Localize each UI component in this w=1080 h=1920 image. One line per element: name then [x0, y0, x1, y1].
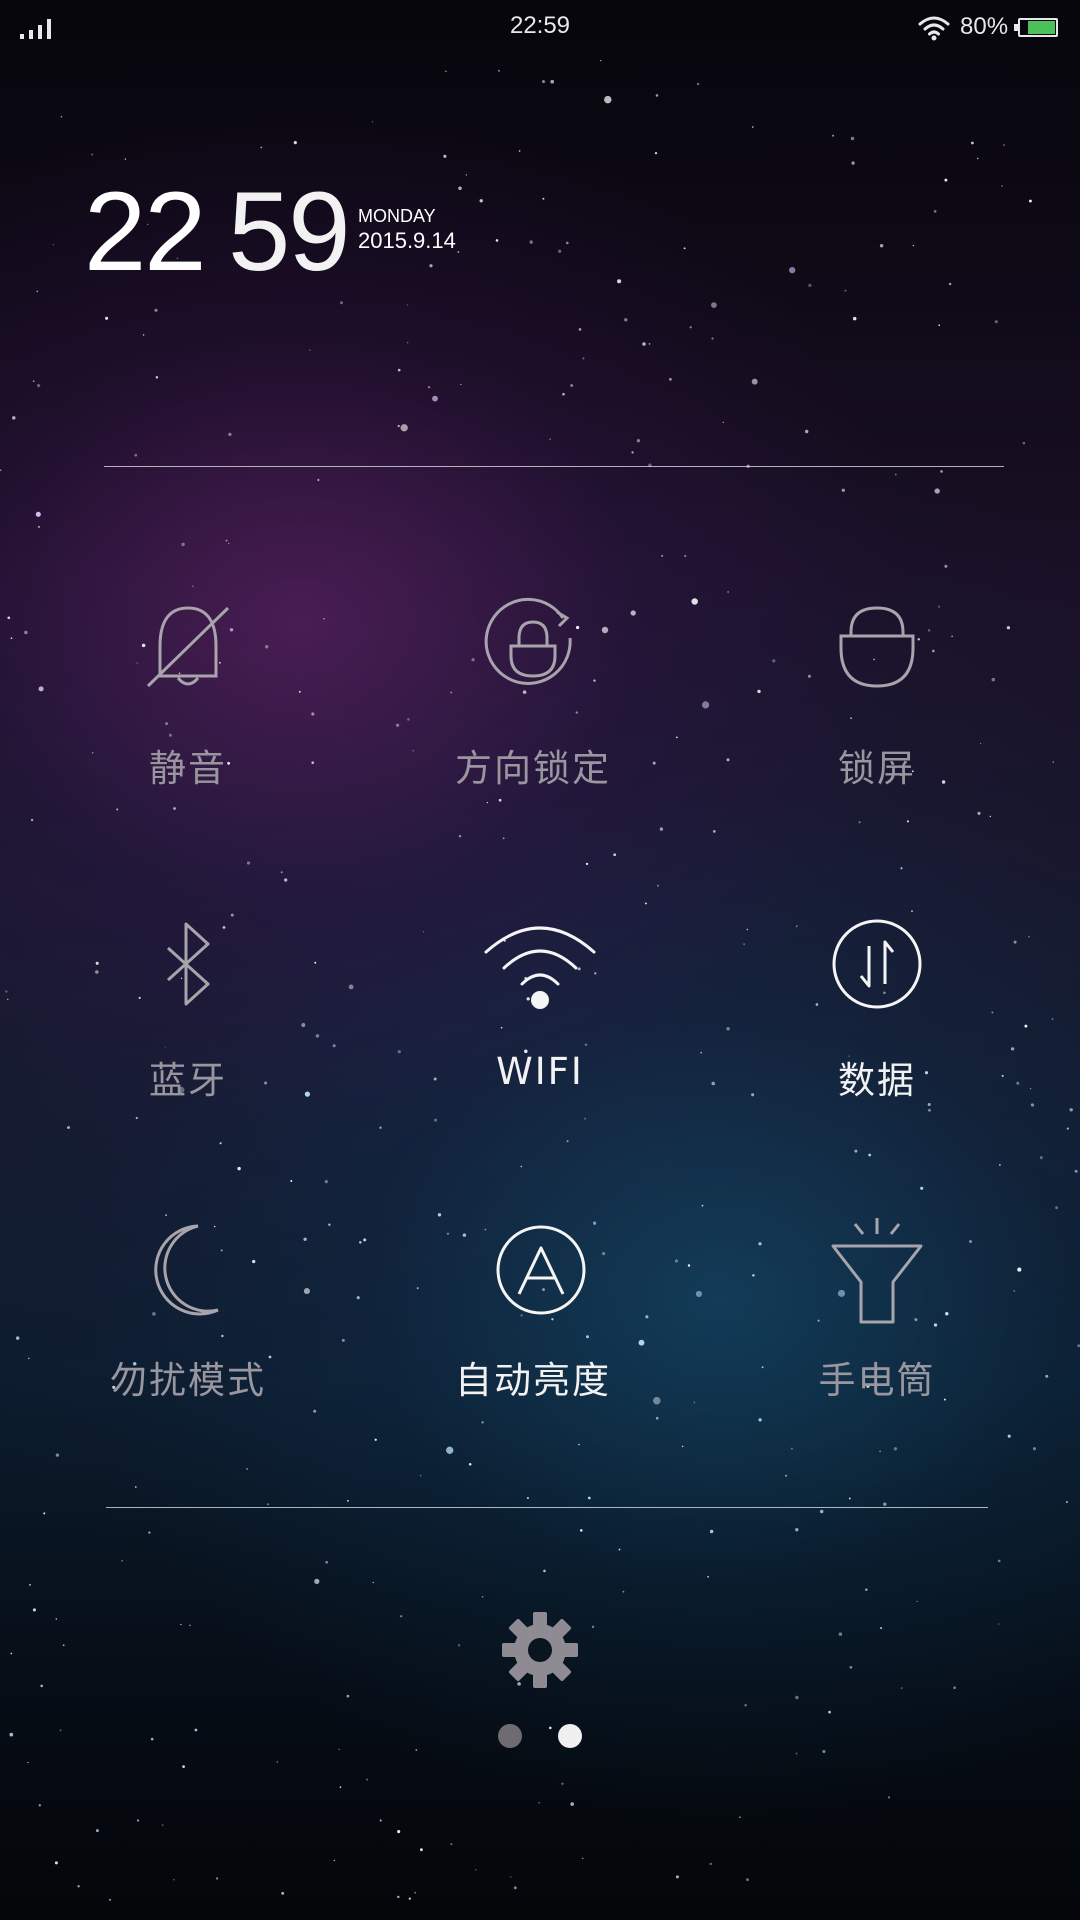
lock-screen-icon: [839, 606, 915, 688]
battery-percentage: 80%: [960, 13, 1009, 40]
toggle-auto-brightness[interactable]: 自动亮度: [383, 1210, 683, 1450]
toggle-lock-screen[interactable]: 锁屏: [727, 590, 1027, 830]
divider-bottom: [106, 1507, 988, 1508]
toggle-do-not-disturb[interactable]: 勿扰模式: [38, 1210, 338, 1450]
auto-brightness-icon: [496, 1225, 586, 1315]
page-indicator-dot-2[interactable]: [558, 1724, 582, 1748]
toggle-mobile-data-label: 数据: [838, 1059, 916, 1102]
page-indicator-dot-1[interactable]: [498, 1724, 522, 1748]
toggle-rotation-lock-label: 方向锁定: [455, 747, 611, 790]
toggle-flashlight-label: 手电筒: [818, 1359, 936, 1402]
toggle-rotation-lock[interactable]: 方向锁定: [383, 590, 683, 830]
toggle-bluetooth-label: 蓝牙: [149, 1059, 227, 1102]
toggle-silent-label: 静音: [149, 747, 227, 790]
clock-weekday: MONDAY: [358, 206, 436, 226]
toggle-lock-screen-label: 锁屏: [838, 747, 916, 790]
quick-settings-screen: 22:59 80% 22 59 MONDAY 2015.9.14 静音 方向锁定…: [0, 0, 1080, 1920]
bell-muted-icon: [146, 606, 230, 688]
clock-minutes: 59: [228, 169, 351, 294]
mobile-data-icon: [832, 919, 922, 1009]
toggle-mobile-data[interactable]: 数据: [727, 904, 1027, 1144]
battery-icon: [1014, 18, 1058, 37]
status-bar: 22:59 80%: [0, 0, 1080, 56]
bluetooth-icon: [166, 922, 210, 1006]
clock-date: 2015.9.14: [358, 228, 456, 253]
battery-level-fill: [1028, 21, 1055, 34]
gear-icon[interactable]: [500, 1610, 580, 1690]
wifi-status-icon: [918, 16, 950, 41]
toggle-auto-brightness-label: 自动亮度: [455, 1359, 611, 1402]
toggle-wifi[interactable]: WIFI: [390, 904, 690, 1144]
flashlight-icon: [831, 1218, 923, 1324]
toggle-wifi-label: WIFI: [496, 1050, 584, 1093]
toggle-silent[interactable]: 静音: [38, 590, 338, 830]
wifi-icon: [484, 926, 596, 1009]
toggle-do-not-disturb-label: 勿扰模式: [110, 1359, 266, 1402]
rotation-lock-icon: [484, 597, 572, 685]
toggle-bluetooth[interactable]: 蓝牙: [38, 904, 338, 1144]
moon-icon: [154, 1224, 219, 1316]
divider-top: [104, 466, 1004, 467]
toggle-flashlight[interactable]: 手电筒: [727, 1210, 1027, 1450]
clock-hours: 22: [84, 169, 207, 294]
